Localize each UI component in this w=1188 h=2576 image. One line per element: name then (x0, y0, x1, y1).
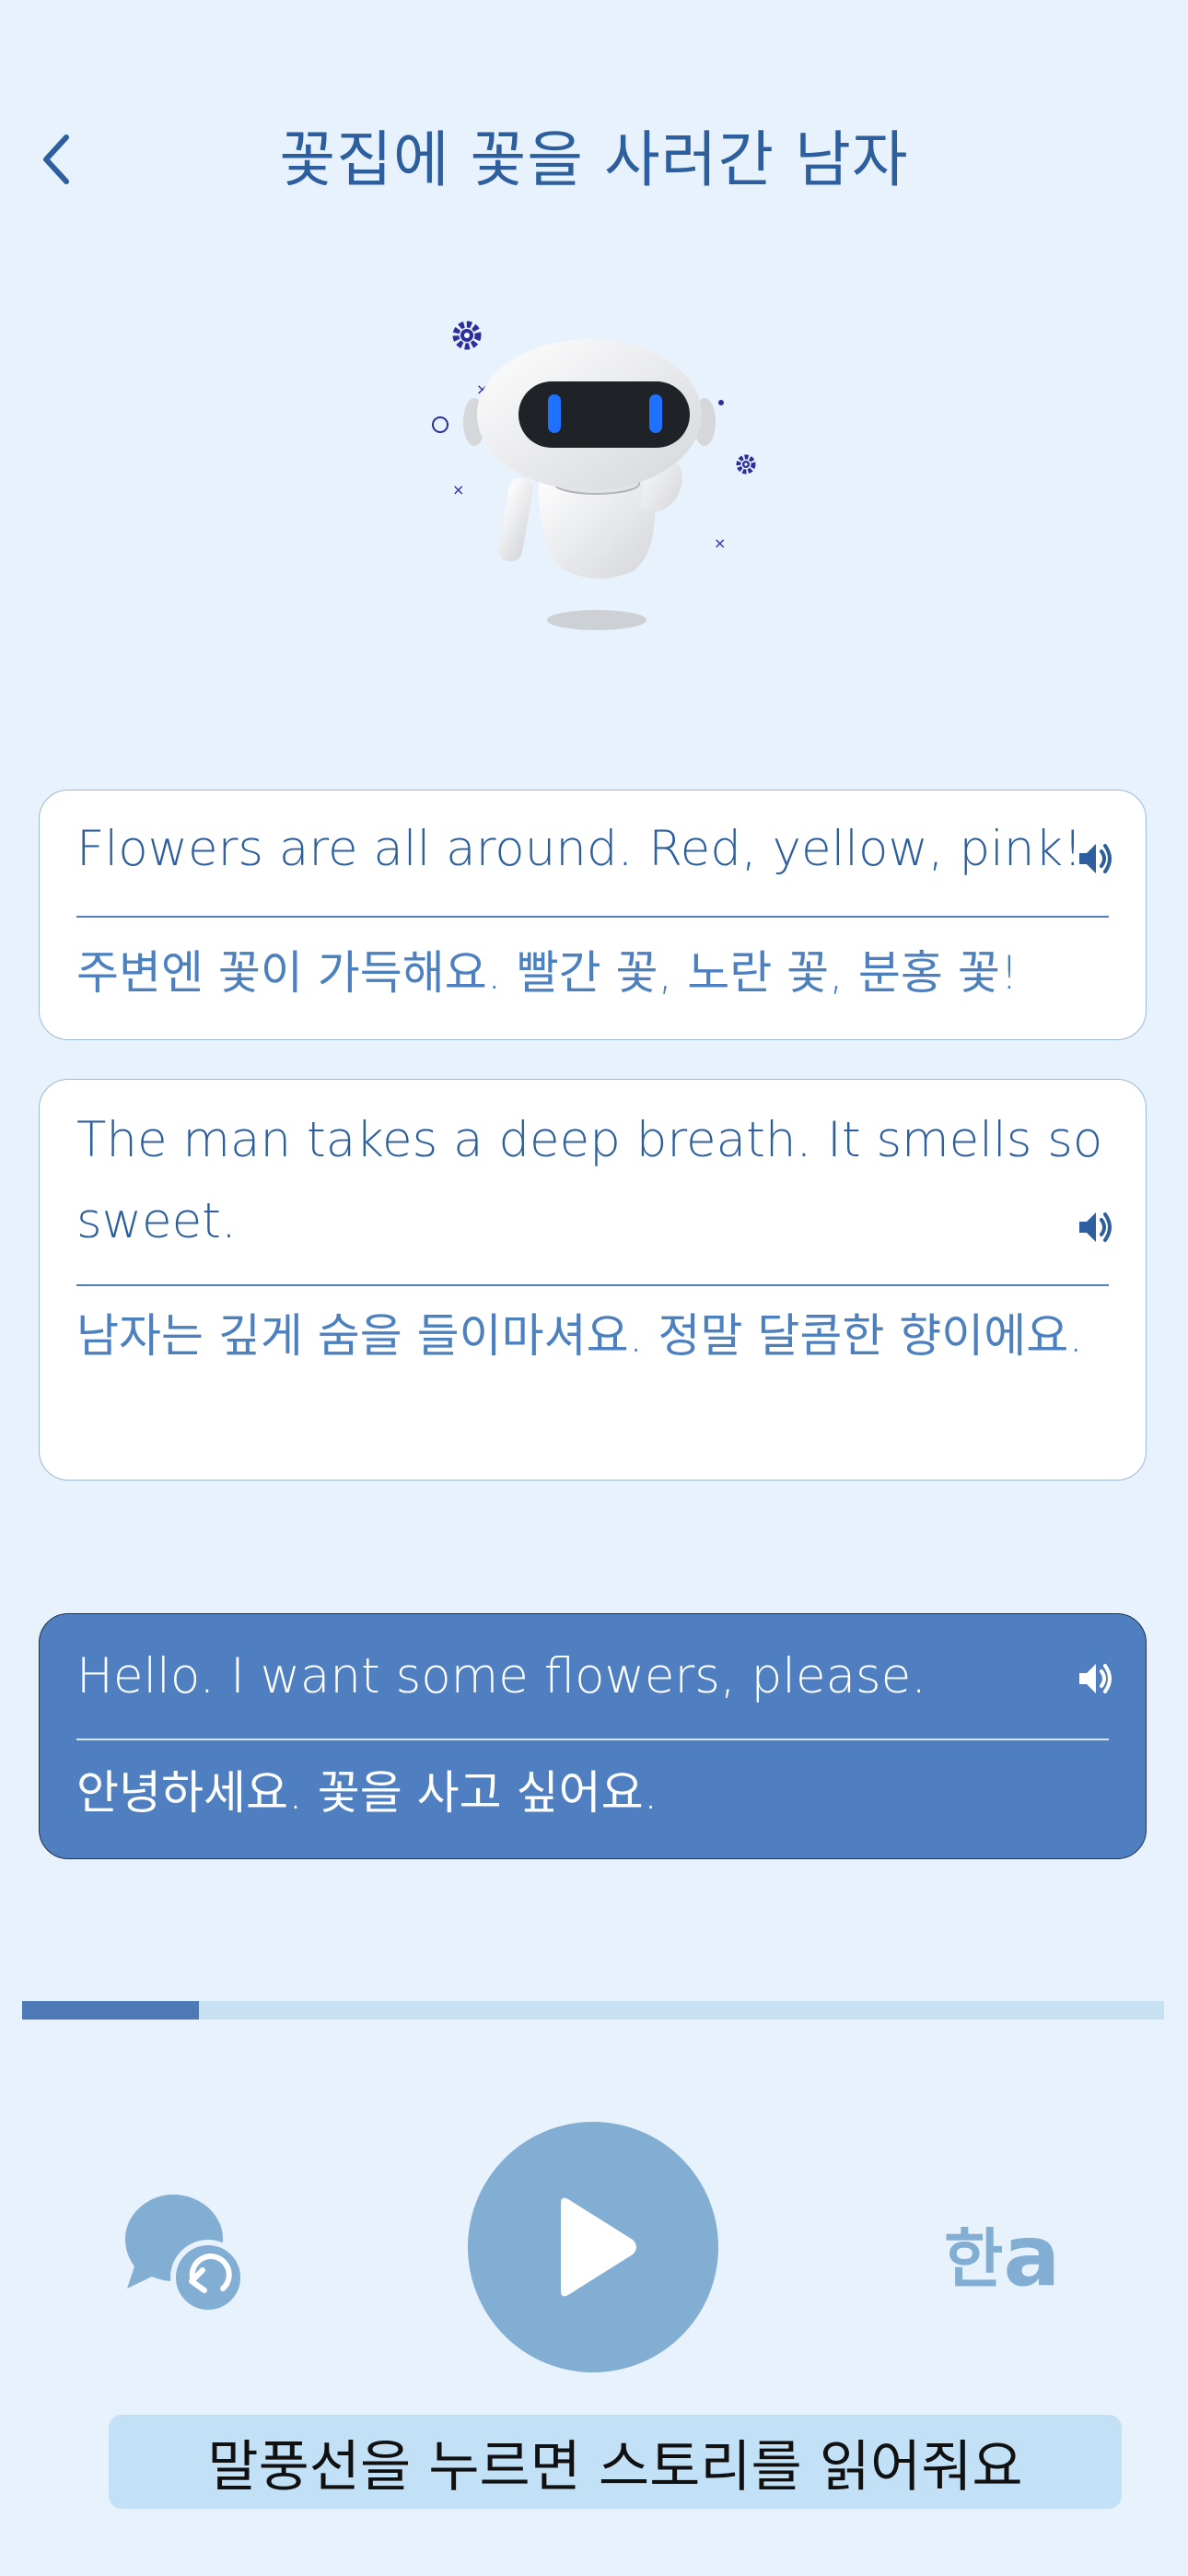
bubble-korean-text: 안녕하세요. 꽃을 사고 싶어요. (76, 1766, 658, 1820)
story-bubble-1[interactable]: Flowers are all around. Red, yellow, pin… (39, 790, 1147, 1040)
story-progress-bar[interactable] (22, 2001, 1164, 2020)
play-icon (561, 2197, 636, 2297)
bubble-divider (76, 916, 1109, 918)
robot-illustration: × × × (432, 321, 756, 630)
gear-icon (736, 454, 756, 474)
back-button[interactable] (28, 118, 83, 201)
bubble-english-text: The man takes a deep breath. It smells s… (76, 1112, 1103, 1249)
story-bubble-3[interactable]: Hello. I want some flowers, please. 안녕하세… (39, 1613, 1147, 1859)
speaker-icon[interactable] (1070, 833, 1122, 884)
bubble-korean-text: 남자는 깊게 숨을 들이마셔요. 정말 달콤한 향이에요. (76, 1309, 1084, 1363)
gear-icon (452, 321, 482, 350)
bubble-divider (76, 1739, 1109, 1740)
bubble-english-text: Flowers are all around. Red, yellow, pin… (76, 821, 1083, 877)
bubble-korean-text: 주변엔 꽃이 가득해요. 빨간 꽃, 노란 꽃, 분홍 꽃! (76, 946, 1019, 1000)
bubble-divider (76, 1284, 1109, 1286)
language-toggle-korean: 한 (944, 2221, 1004, 2297)
play-button[interactable] (468, 2122, 718, 2372)
page-title: 꽃집에 꽃을 사러간 남자 (279, 124, 909, 195)
story-reader-screen: 꽃집에 꽃을 사러간 남자 × × × Flowers are all arou… (0, 0, 1188, 2576)
replay-bubble-button[interactable] (120, 2185, 249, 2315)
bubble-english-text: Hello. I want some flowers, please. (76, 1648, 927, 1704)
language-toggle-english: a (1003, 2207, 1061, 2305)
story-progress-fill (22, 2001, 200, 2020)
chat-replay-icon (125, 2195, 246, 2315)
svg-text:×: × (452, 481, 464, 498)
hint-banner: 말풍선을 누르면 스토리를 읽어줘요 (109, 2415, 1122, 2509)
language-toggle-button[interactable]: 한 a (944, 2204, 1082, 2305)
svg-text:×: × (714, 534, 726, 552)
speaker-icon[interactable] (1070, 1201, 1122, 1253)
speaker-icon[interactable] (1070, 1653, 1122, 1704)
story-bubble-2[interactable]: The man takes a deep breath. It smells s… (39, 1079, 1147, 1481)
chevron-left-icon (43, 135, 69, 184)
